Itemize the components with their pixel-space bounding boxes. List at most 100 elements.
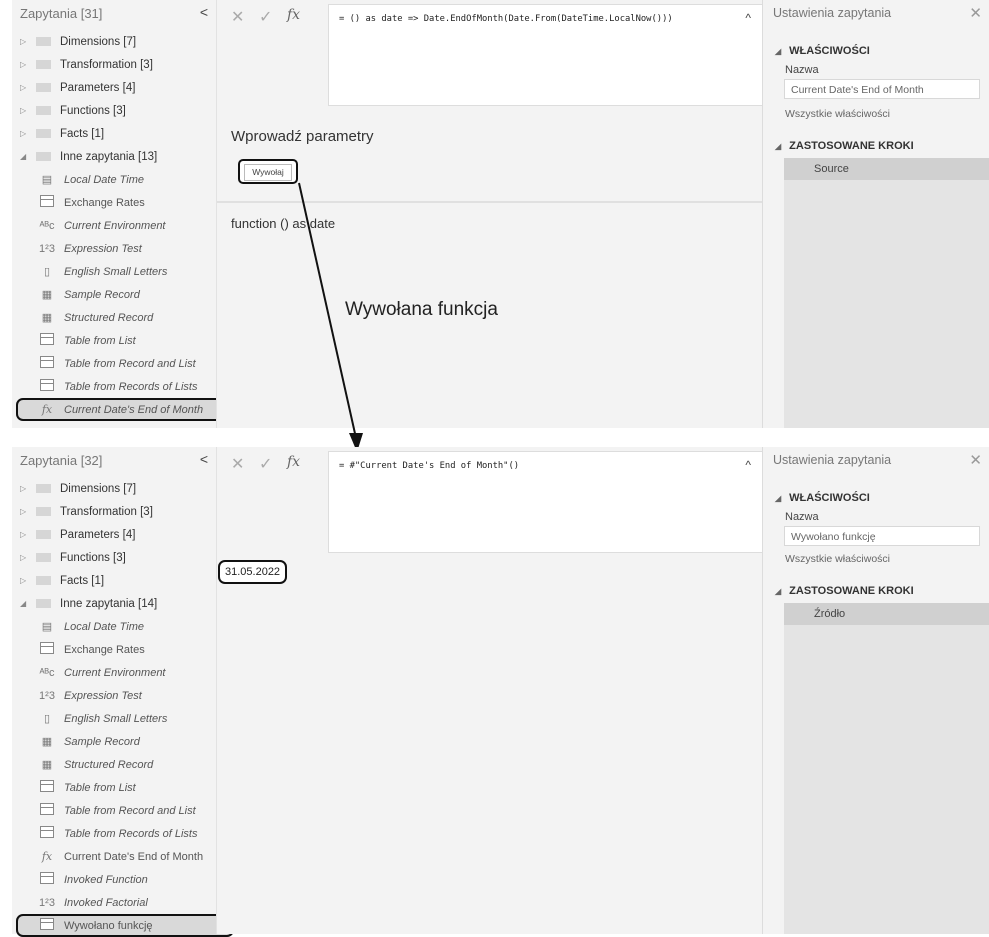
check-icon[interactable]: ✓ bbox=[259, 454, 272, 474]
query-group[interactable]: ◢ Inne zapytania [13] bbox=[12, 145, 216, 168]
query-item-label: Current Environment bbox=[64, 666, 166, 679]
query-item[interactable]: Exchange Rates bbox=[12, 638, 216, 661]
query-item[interactable]: ▯ English Small Letters bbox=[12, 707, 216, 730]
queries-header: Zapytania [32] bbox=[20, 453, 103, 468]
query-item[interactable]: fx Current Date's End of Month bbox=[12, 845, 216, 868]
number-type-icon: 1²3 bbox=[39, 896, 55, 909]
cancel-icon[interactable]: ✕ bbox=[231, 454, 244, 474]
query-group[interactable]: ▷ Dimensions [7] bbox=[12, 30, 216, 53]
collapsed-triangle-icon: ▷ bbox=[20, 484, 27, 493]
query-item[interactable]: fx Current Date's End of Month bbox=[16, 398, 234, 421]
step-item[interactable]: Source bbox=[784, 158, 989, 180]
query-group[interactable]: ◢ Inne zapytania [14] bbox=[12, 592, 216, 615]
query-item[interactable]: ᴬᴮc Current Environment bbox=[12, 214, 216, 237]
close-icon[interactable]: ✕ bbox=[969, 4, 982, 22]
query-group[interactable]: ▷ Functions [3] bbox=[12, 99, 216, 122]
close-icon[interactable]: ✕ bbox=[969, 451, 982, 469]
expanded-triangle-icon: ◢ bbox=[20, 599, 27, 608]
folder-icon bbox=[36, 129, 51, 138]
query-group[interactable]: ▷ Parameters [4] bbox=[12, 76, 216, 99]
cancel-icon[interactable]: ✕ bbox=[231, 7, 244, 27]
formula-input[interactable]: = #"Current Date's End of Month"() ^ bbox=[328, 451, 764, 553]
query-item[interactable]: Table from Record and List bbox=[12, 352, 216, 375]
applied-steps-list: Source bbox=[784, 158, 989, 428]
applied-steps-header[interactable]: ◢ ZASTOSOWANE KROKI bbox=[775, 140, 914, 152]
query-item[interactable]: Table from Records of Lists bbox=[12, 375, 216, 398]
properties-header[interactable]: ◢ WŁAŚCIWOŚCI bbox=[775, 492, 870, 504]
name-label: Nazwa bbox=[785, 64, 819, 76]
table-icon bbox=[38, 642, 56, 657]
function-signature: function () as date bbox=[231, 216, 336, 231]
collapse-pane-button[interactable]: < bbox=[200, 451, 208, 467]
query-group-label: Inne zapytania [13] bbox=[60, 150, 158, 163]
record-icon: ▦ bbox=[41, 759, 53, 771]
formula-input[interactable]: = () as date => Date.EndOfMonth(Date.Fro… bbox=[328, 4, 764, 106]
collapse-triangle-icon: ◢ bbox=[775, 142, 782, 151]
query-item[interactable]: ▯ English Small Letters bbox=[12, 260, 216, 283]
query-item[interactable]: ᴬᴮc Current Environment bbox=[12, 661, 216, 684]
formula-text: = () as date => Date.EndOfMonth(Date.Fro… bbox=[339, 14, 673, 24]
query-item[interactable]: ▦ Sample Record bbox=[12, 283, 216, 306]
invoke-button[interactable]: Wywołaj bbox=[238, 159, 298, 184]
query-item-label: Current Environment bbox=[64, 219, 166, 232]
folder-icon bbox=[36, 37, 51, 46]
queries-header: Zapytania [31] bbox=[20, 6, 103, 21]
applied-steps-header[interactable]: ◢ ZASTOSOWANE KROKI bbox=[775, 585, 914, 597]
query-item[interactable]: Table from Record and List bbox=[12, 799, 216, 822]
query-group[interactable]: ▷ Facts [1] bbox=[12, 569, 216, 592]
query-list: ▷ Dimensions [7] ▷ Transformation [3] ▷ Param… bbox=[12, 477, 234, 937]
query-item[interactable]: ▦ Structured Record bbox=[12, 753, 216, 776]
query-item[interactable]: 1²3 Expression Test bbox=[12, 684, 216, 707]
properties-header[interactable]: ◢ WŁAŚCIWOŚCI bbox=[775, 45, 870, 57]
invoke-button-label: Wywołaj bbox=[244, 164, 292, 181]
collapsed-triangle-icon: ▷ bbox=[20, 507, 27, 516]
folder-icon bbox=[36, 507, 51, 516]
text-type-icon: ᴬᴮc bbox=[39, 666, 55, 679]
table-icon bbox=[38, 872, 56, 887]
fx-icon[interactable]: fx bbox=[287, 7, 300, 23]
applied-steps-header-label: ZASTOSOWANE KROKI bbox=[789, 585, 914, 597]
query-item[interactable]: ▦ Sample Record bbox=[12, 730, 216, 753]
settings-title: Ustawienia zapytania bbox=[773, 453, 892, 467]
query-item[interactable]: Exchange Rates bbox=[12, 191, 216, 214]
query-item-label: Table from Records of Lists bbox=[64, 827, 198, 840]
name-field[interactable]: Current Date's End of Month bbox=[784, 79, 980, 99]
query-group[interactable]: ▷ Parameters [4] bbox=[12, 523, 216, 546]
all-properties-link[interactable]: Wszystkie właściwości bbox=[785, 108, 890, 120]
record-icon: ▦ bbox=[41, 312, 53, 324]
query-item[interactable]: Table from List bbox=[12, 329, 216, 352]
query-item-label: Invoked Factorial bbox=[64, 896, 148, 909]
collapse-pane-button[interactable]: < bbox=[200, 4, 208, 20]
query-group[interactable]: ▷ Dimensions [7] bbox=[12, 477, 216, 500]
query-item[interactable]: Invoked Function bbox=[12, 868, 216, 891]
name-field[interactable]: Wywołano funkcję bbox=[784, 526, 980, 546]
table-icon bbox=[38, 333, 56, 348]
query-item[interactable]: ▦ Structured Record bbox=[12, 306, 216, 329]
query-item[interactable]: Table from List bbox=[12, 776, 216, 799]
chevron-up-icon[interactable]: ^ bbox=[745, 458, 751, 472]
name-label: Nazwa bbox=[785, 511, 819, 523]
query-item-label: Structured Record bbox=[64, 758, 154, 771]
query-group[interactable]: ▷ Transformation [3] bbox=[12, 53, 216, 76]
check-icon[interactable]: ✓ bbox=[259, 7, 272, 27]
query-group[interactable]: ▷ Functions [3] bbox=[12, 546, 216, 569]
folder-icon bbox=[36, 484, 51, 493]
chevron-up-icon[interactable]: ^ bbox=[745, 11, 751, 25]
properties-header-label: WŁAŚCIWOŚCI bbox=[789, 45, 870, 57]
query-item-label: English Small Letters bbox=[64, 712, 168, 725]
record-icon: ▦ bbox=[41, 289, 53, 301]
text-type-icon: ᴬᴮc bbox=[39, 219, 55, 232]
fx-icon[interactable]: fx bbox=[287, 454, 300, 470]
query-group[interactable]: ▷ Transformation [3] bbox=[12, 500, 216, 523]
query-group[interactable]: ▷ Facts [1] bbox=[12, 122, 216, 145]
query-item[interactable]: ▤ Local Date Time bbox=[12, 615, 216, 638]
query-item[interactable]: Table from Records of Lists bbox=[12, 822, 216, 845]
query-item[interactable]: ▤ Local Date Time bbox=[12, 168, 216, 191]
all-properties-link[interactable]: Wszystkie właściwości bbox=[785, 553, 890, 565]
query-item[interactable]: 1²3 Expression Test bbox=[12, 237, 216, 260]
query-group-label: Transformation [3] bbox=[60, 58, 153, 71]
table-icon bbox=[38, 195, 56, 210]
query-item-label: Wywołano funkcję bbox=[64, 919, 153, 932]
step-item[interactable]: Źródło bbox=[784, 603, 989, 625]
query-item[interactable]: 1²3 Invoked Factorial bbox=[12, 891, 216, 914]
